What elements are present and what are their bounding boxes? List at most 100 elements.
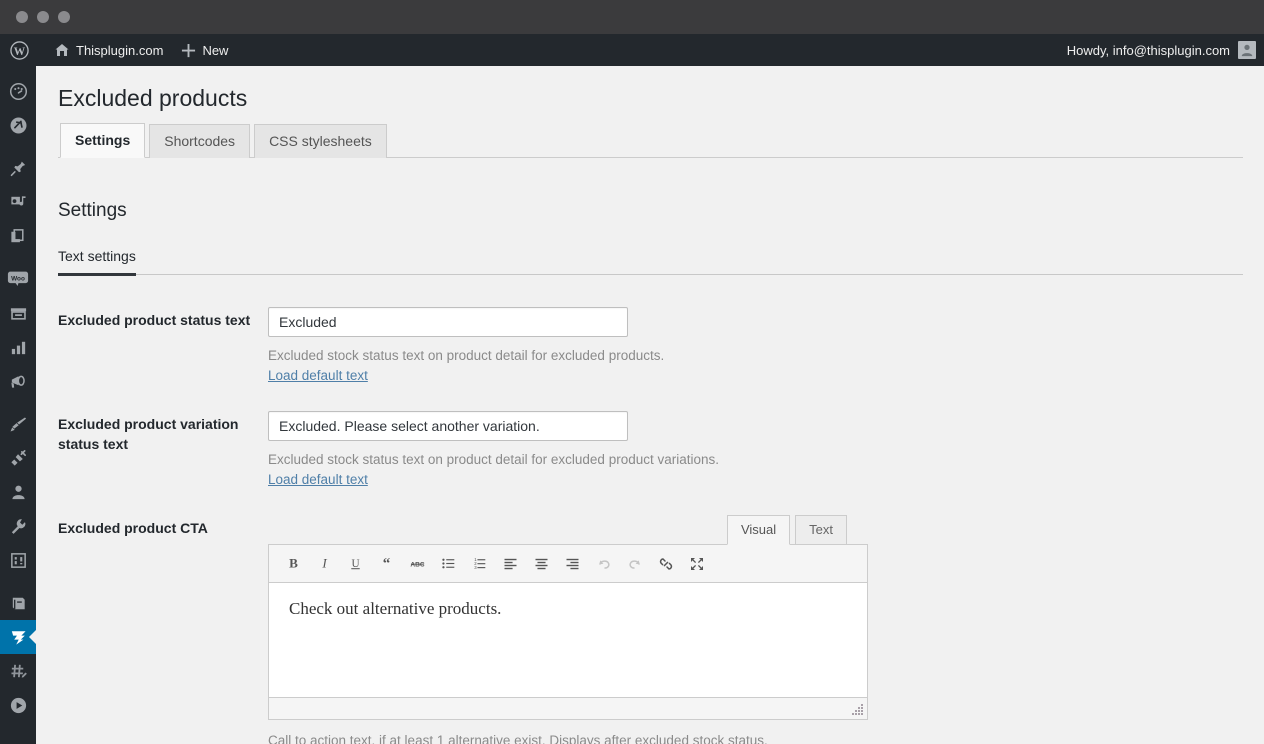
align-center-icon[interactable] bbox=[526, 549, 557, 579]
media-music-icon bbox=[9, 193, 28, 212]
sidebar-item-products[interactable] bbox=[0, 296, 36, 330]
excluded-product-status-text-input[interactable] bbox=[268, 306, 628, 337]
products-box-icon bbox=[9, 304, 28, 323]
pushpin-circle-icon bbox=[9, 116, 28, 135]
book-icon bbox=[9, 594, 28, 613]
sidebar-item-analytics[interactable] bbox=[0, 330, 36, 364]
play-circle-icon bbox=[9, 696, 28, 715]
svg-text:3: 3 bbox=[474, 565, 477, 570]
align-right-icon[interactable] bbox=[557, 549, 588, 579]
site-name-menu-item[interactable]: Thisplugin.com bbox=[45, 34, 172, 66]
editor-resize-handle[interactable] bbox=[852, 704, 864, 716]
sidebar-separator bbox=[0, 398, 36, 407]
bullet-list-icon[interactable] bbox=[433, 549, 464, 579]
sidebar-item-tools[interactable] bbox=[0, 509, 36, 543]
editor-tab-text[interactable]: Text bbox=[795, 515, 847, 546]
window-title-bar bbox=[0, 0, 1264, 34]
desc-cta-line1: Call to action text, if at least 1 alter… bbox=[268, 733, 768, 744]
svg-text:Woo: Woo bbox=[11, 275, 25, 282]
sidebar-item-settings[interactable] bbox=[0, 543, 36, 577]
sidebar-item-posts[interactable] bbox=[0, 108, 36, 142]
tab-css-stylesheets[interactable]: CSS stylesheets bbox=[254, 123, 387, 158]
editor-status-bar bbox=[268, 698, 868, 721]
excluded-product-variation-status-text-input[interactable] bbox=[268, 411, 628, 442]
tab-shortcodes[interactable]: Shortcodes bbox=[149, 123, 251, 158]
user-icon bbox=[9, 483, 28, 502]
redo-icon[interactable] bbox=[619, 549, 650, 579]
desc-variation-text: Excluded stock status text on product de… bbox=[268, 452, 719, 468]
avatar bbox=[1238, 41, 1256, 59]
settings-heading: Settings bbox=[58, 199, 127, 221]
sub-tab-text-settings[interactable]: Text settings bbox=[58, 248, 136, 276]
megaphone-icon bbox=[9, 372, 28, 391]
svg-text:I: I bbox=[321, 556, 327, 571]
sidebar-item-marketing[interactable] bbox=[0, 364, 36, 398]
italic-icon[interactable]: I bbox=[309, 549, 340, 579]
undo-icon[interactable] bbox=[588, 549, 619, 579]
strikethrough-icon[interactable]: ABC bbox=[402, 549, 433, 579]
sidebar-separator bbox=[0, 253, 36, 262]
new-content-menu-item[interactable]: New bbox=[172, 34, 237, 66]
sidebar-separator bbox=[0, 577, 36, 586]
underline-icon[interactable]: U bbox=[340, 549, 371, 579]
sidebar-item-library[interactable] bbox=[0, 586, 36, 620]
form-row-variation-text: Excluded product variation status text E… bbox=[58, 403, 1264, 489]
numbered-list-icon[interactable]: 123 bbox=[464, 549, 495, 579]
site-name-label: Thisplugin.com bbox=[76, 42, 164, 58]
svg-text:B: B bbox=[289, 556, 298, 571]
sub-tab-bar: Text settings bbox=[58, 248, 1243, 276]
svg-text:“: “ bbox=[383, 557, 391, 572]
page-title: Excluded products bbox=[58, 85, 248, 111]
field-variation-text: Excluded stock status text on product de… bbox=[268, 403, 719, 489]
load-default-text-link-variation[interactable]: Load default text bbox=[268, 472, 368, 487]
tab-bar: Settings Shortcodes CSS stylesheets bbox=[58, 122, 1243, 158]
editor-content-area[interactable]: Check out alternative products. bbox=[268, 583, 868, 699]
align-left-icon[interactable] bbox=[495, 549, 526, 579]
svg-text:U: U bbox=[351, 558, 359, 570]
paintbrush-icon bbox=[9, 415, 28, 434]
flash-bolt-icon bbox=[8, 627, 29, 648]
window-maximize-button[interactable] bbox=[58, 11, 70, 23]
pages-stack-icon bbox=[9, 227, 28, 246]
sidebar-item-excluded-products[interactable] bbox=[0, 620, 37, 654]
editor-mode-tabs: Visual Text bbox=[268, 515, 868, 546]
form-row-status-text: Excluded product status text Excluded st… bbox=[58, 299, 1264, 385]
sidebar-item-hashtag-edit[interactable] bbox=[0, 654, 36, 688]
editor-tab-visual[interactable]: Visual bbox=[726, 515, 791, 546]
sidebar-separator bbox=[0, 142, 36, 151]
insert-link-icon[interactable] bbox=[650, 549, 681, 579]
howdy-label: Howdy, info@thisplugin.com bbox=[1066, 42, 1230, 58]
sidebar-item-appearance[interactable] bbox=[0, 407, 36, 441]
window-close-button[interactable] bbox=[16, 11, 28, 23]
plus-icon bbox=[181, 43, 196, 58]
my-account-menu-item[interactable]: Howdy, info@thisplugin.com bbox=[1058, 34, 1256, 66]
blockquote-icon[interactable]: “ bbox=[371, 549, 402, 579]
sliders-icon bbox=[9, 551, 28, 570]
wp-logo-menu-item[interactable]: W bbox=[0, 34, 45, 66]
sidebar-item-media[interactable] bbox=[0, 185, 36, 219]
fullscreen-icon[interactable] bbox=[681, 549, 712, 579]
label-status-text: Excluded product status text bbox=[58, 311, 251, 328]
sidebar-item-dashboard[interactable] bbox=[0, 74, 36, 108]
editor-toolbar: B I U “ ABC 1 2 3 bbox=[268, 544, 868, 584]
sidebar-item-pinned[interactable] bbox=[0, 151, 36, 185]
sidebar-item-woocommerce[interactable]: Woo bbox=[0, 262, 36, 296]
svg-text:W: W bbox=[14, 45, 26, 57]
pushpin-icon bbox=[9, 159, 28, 178]
field-status-text: Excluded stock status text on product de… bbox=[268, 299, 664, 385]
bold-icon[interactable]: B bbox=[278, 549, 309, 579]
analytics-bars-icon bbox=[9, 338, 28, 357]
svg-text:ABC: ABC bbox=[410, 562, 424, 569]
load-default-text-link-status[interactable]: Load default text bbox=[268, 368, 368, 383]
sidebar-item-player[interactable] bbox=[0, 688, 36, 722]
sidebar-item-users[interactable] bbox=[0, 475, 36, 509]
home-icon bbox=[54, 42, 70, 58]
admin-sidebar-menu: Woo bbox=[0, 66, 37, 744]
sidebar-item-plugins[interactable] bbox=[0, 441, 36, 475]
wp-editor: Visual Text B I U “ ABC 1 2 3 Check out … bbox=[268, 515, 868, 721]
wp-admin-bar: W Thisplugin.com New Howdy, info@thisplu… bbox=[0, 34, 1264, 66]
sidebar-item-pages[interactable] bbox=[0, 219, 36, 253]
window-minimize-button[interactable] bbox=[37, 11, 49, 23]
desc-cta: Call to action text, if at least 1 alter… bbox=[268, 730, 878, 744]
tab-settings[interactable]: Settings bbox=[60, 122, 146, 158]
